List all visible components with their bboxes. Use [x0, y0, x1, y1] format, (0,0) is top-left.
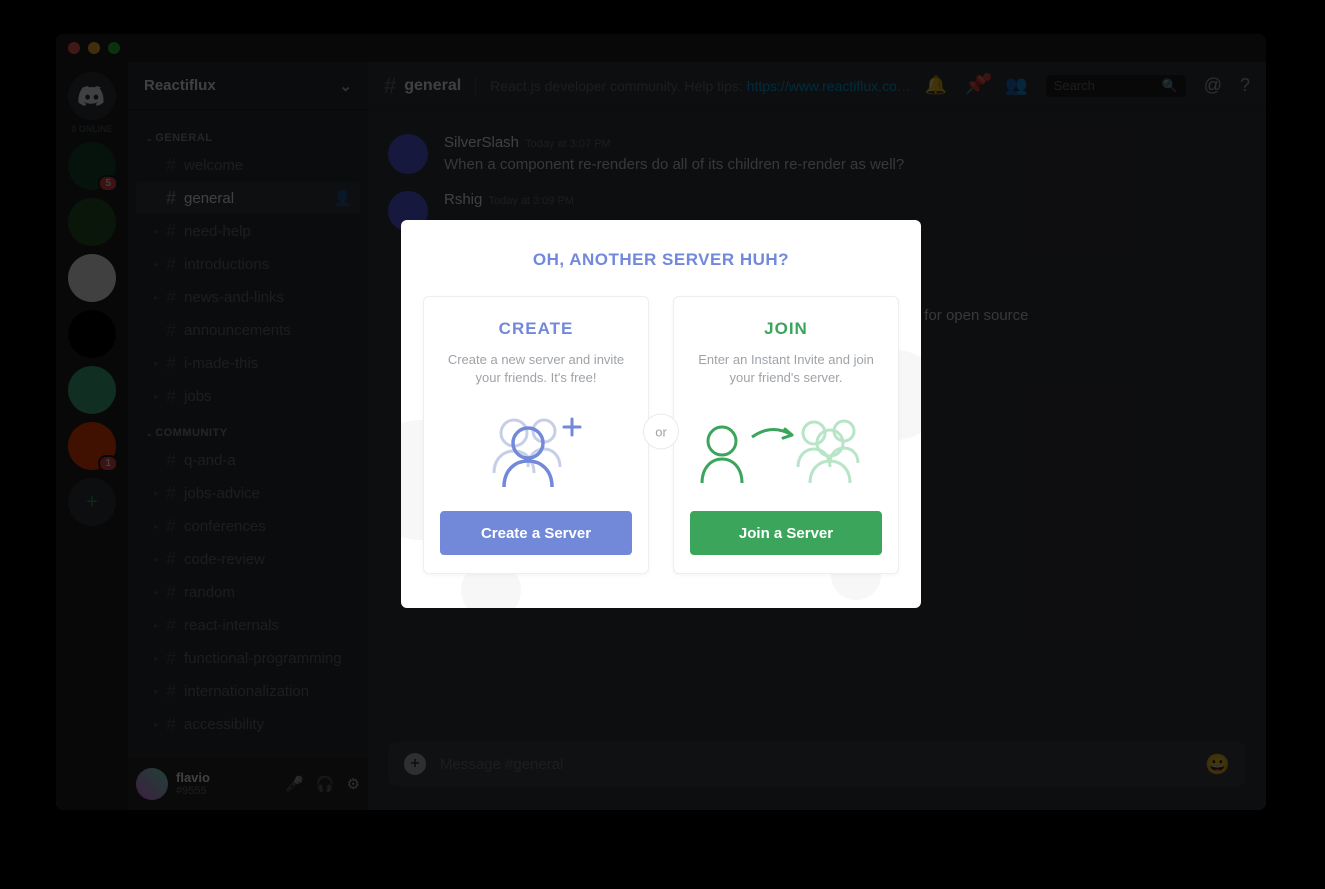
join-server-card: JOIN Enter an Instant Invite and join yo… [673, 296, 899, 574]
or-separator: or [643, 414, 679, 450]
modal-title: OH, ANOTHER SERVER HUH? [423, 250, 899, 270]
join-heading: JOIN [764, 319, 808, 339]
create-server-button[interactable]: Create a Server [440, 511, 632, 555]
modal-cards: CREATE Create a new server and invite yo… [423, 296, 899, 574]
create-desc: Create a new server and invite your frie… [441, 351, 631, 387]
create-illustration [476, 405, 596, 493]
join-desc: Enter an Instant Invite and join your fr… [691, 351, 881, 387]
discord-window: 0 ONLINE 51+ Reactiflux ⌄ ⌄ GENERAL#welc… [56, 34, 1266, 810]
join-server-button[interactable]: Join a Server [690, 511, 882, 555]
create-heading: CREATE [499, 319, 574, 339]
join-illustration [696, 405, 876, 493]
create-server-card: CREATE Create a new server and invite yo… [423, 296, 649, 574]
add-server-modal: OH, ANOTHER SERVER HUH? CREATE Create a … [401, 220, 921, 608]
